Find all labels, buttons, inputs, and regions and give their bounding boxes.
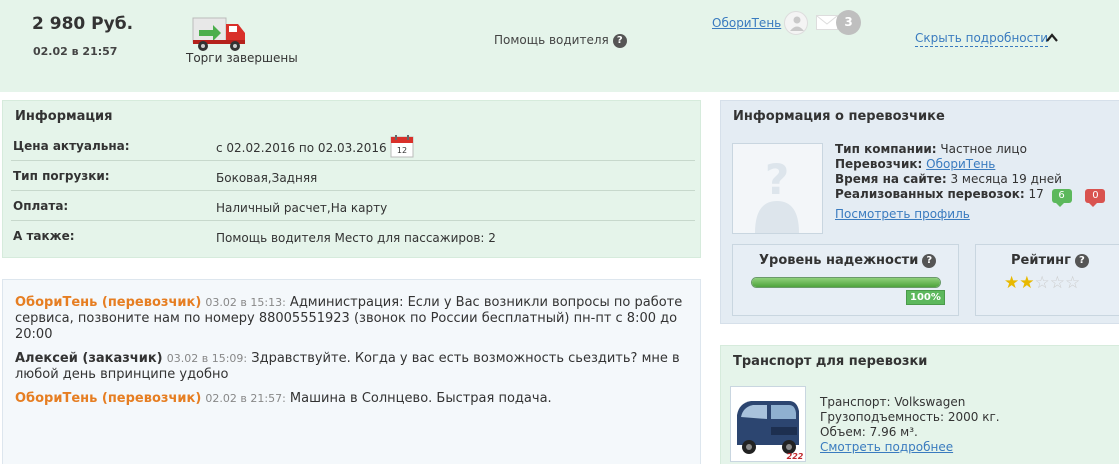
driver-help: Помощь водителя? bbox=[494, 33, 627, 48]
chevron-up-icon[interactable] bbox=[1046, 33, 1058, 42]
rating-box: Рейтинг? ★★☆☆☆ bbox=[975, 244, 1119, 316]
auction-status: Торги завершены bbox=[186, 51, 298, 65]
help-icon[interactable]: ? bbox=[612, 33, 627, 48]
negative-reviews-badge[interactable]: 0 bbox=[1085, 189, 1106, 207]
calendar-day: 12 bbox=[397, 146, 407, 155]
message-time: 03.02 в 15:13: bbox=[205, 296, 286, 309]
info-label: Оплата: bbox=[13, 199, 69, 213]
profile-line: Посмотреть профиль bbox=[835, 207, 970, 222]
avatar[interactable] bbox=[784, 11, 808, 35]
time-on-site: Время на сайте: 3 месяца 19 дней bbox=[835, 172, 1062, 187]
message-text: Машина в Солнцево. Быстрая подача. bbox=[289, 391, 552, 406]
messages-panel: ОбориТень (перевозчик) 03.02 в 15:13: Ад… bbox=[2, 279, 701, 464]
top-bar: 2 980 Руб. 02.02 в 21:57 Торги завершены… bbox=[0, 0, 1119, 92]
user-icon bbox=[790, 16, 804, 31]
info-label: Цена актуальна: bbox=[13, 139, 130, 153]
message-author[interactable]: ОбориТень (перевозчик) bbox=[15, 391, 201, 406]
done-label: Реализованных перевозок: bbox=[835, 187, 1025, 201]
svg-text:?: ? bbox=[765, 155, 789, 204]
message-author[interactable]: ОбориТень (перевозчик) bbox=[15, 295, 201, 310]
vehicle-capacity: Грузоподъемность: 2000 кг. bbox=[820, 410, 1000, 424]
positive-reviews-badge[interactable]: 6 bbox=[1051, 189, 1072, 207]
message-item: ОбориТень (перевозчик) 02.02 в 21:57: Ма… bbox=[15, 391, 695, 407]
info-panel: Информация Цена актуальна: с 02.02.2016 … bbox=[2, 100, 701, 258]
price: 2 980 Руб. bbox=[32, 14, 134, 34]
star-icon: ☆ bbox=[1034, 273, 1050, 293]
info-title: Информация bbox=[15, 109, 113, 124]
vehicle-photo[interactable]: 222 bbox=[730, 386, 806, 462]
rating-title: Рейтинг? bbox=[1011, 253, 1089, 268]
hide-details-link[interactable]: Скрыть подробности bbox=[915, 31, 1049, 47]
unknown-user-icon: ? bbox=[733, 144, 822, 233]
carrier-name-line: Перевозчик: ОбориТень bbox=[835, 157, 995, 172]
message-author[interactable]: Алексей (заказчик) bbox=[15, 351, 163, 366]
transport-title: Транспорт для перевозки bbox=[733, 354, 928, 369]
info-value: Наличный расчет,На карту bbox=[216, 201, 388, 215]
time-label: Время на сайте: bbox=[835, 172, 947, 186]
done-value: 17 bbox=[1028, 187, 1044, 201]
user-link[interactable]: ОбориТень bbox=[712, 16, 781, 30]
reliability-title-text: Уровень надежности bbox=[759, 253, 919, 268]
rating-stars: ★★☆☆☆ bbox=[1004, 273, 1080, 293]
mail-icon[interactable] bbox=[816, 15, 838, 30]
carrier-name-link[interactable]: ОбориТень bbox=[926, 157, 995, 171]
price-date: 02.02 в 21:57 bbox=[33, 45, 118, 58]
plate-tag: 222 bbox=[787, 452, 804, 461]
mail-count-badge[interactable]: 3 bbox=[836, 10, 861, 35]
more-link-line: Смотреть подробнее bbox=[820, 440, 953, 455]
message-time: 03.02 в 15:09: bbox=[166, 352, 248, 365]
star-icon: ★ bbox=[1019, 273, 1035, 293]
transport-panel: Транспорт для перевозки 222 Транспорт: V… bbox=[720, 345, 1119, 464]
completed-shipments: Реализованных перевозок: 17 6 0 bbox=[835, 187, 1106, 207]
help-icon[interactable]: ? bbox=[1074, 253, 1089, 268]
info-value: с 02.02.2016 по 02.03.2016 bbox=[216, 141, 387, 155]
message-item: ОбориТень (перевозчик) 03.02 в 15:13: Ад… bbox=[15, 295, 695, 343]
info-label: А также: bbox=[13, 229, 75, 243]
reliability-title: Уровень надежности? bbox=[759, 253, 937, 268]
message-time: 02.02 в 21:57: bbox=[205, 392, 286, 405]
rating-title-text: Рейтинг bbox=[1011, 253, 1071, 268]
carrier-label: Перевозчик: bbox=[835, 157, 923, 171]
info-value: Помощь водителя Место для пассажиров: 2 bbox=[216, 231, 496, 245]
van-icon: 222 bbox=[731, 387, 805, 461]
info-row-also: А также: Помощь водителя Место для пасса… bbox=[11, 221, 695, 251]
help-icon[interactable]: ? bbox=[922, 253, 937, 268]
carrier-avatar[interactable]: ? bbox=[732, 143, 823, 234]
reliability-bar bbox=[751, 277, 941, 288]
reliability-percent: 100% bbox=[906, 290, 945, 305]
vehicle-brand: Транспорт: Volkswagen bbox=[820, 395, 966, 409]
info-row-payment: Оплата: Наличный расчет,На карту bbox=[11, 191, 695, 221]
info-label: Тип погрузки: bbox=[13, 169, 110, 183]
reliability-box: Уровень надежности? 100% bbox=[732, 244, 959, 316]
reliability-bar-fill bbox=[752, 278, 940, 287]
info-value: Боковая,Задняя bbox=[216, 171, 318, 185]
calendar-icon[interactable]: 12 bbox=[390, 134, 414, 158]
company-type: Тип компании: Частное лицо bbox=[835, 142, 1027, 157]
truck-icon bbox=[192, 17, 245, 51]
company-type-value: Частное лицо bbox=[940, 142, 1027, 156]
time-value: 3 месяца 19 дней bbox=[950, 172, 1062, 186]
info-row-loading-type: Тип погрузки: Боковая,Задняя bbox=[11, 161, 695, 191]
vehicle-volume: Объем: 7.96 м³. bbox=[820, 425, 918, 439]
carrier-panel: Информация о перевозчике ? Тип компании:… bbox=[720, 100, 1119, 324]
company-type-label: Тип компании: bbox=[835, 142, 937, 156]
message-item: Алексей (заказчик) 03.02 в 15:09: Здравс… bbox=[15, 351, 695, 383]
star-icon: ☆ bbox=[1049, 273, 1065, 293]
view-profile-link[interactable]: Посмотреть профиль bbox=[835, 207, 970, 221]
star-icon: ☆ bbox=[1065, 273, 1081, 293]
carrier-title: Информация о перевозчике bbox=[733, 109, 945, 124]
view-vehicle-link[interactable]: Смотреть подробнее bbox=[820, 440, 953, 454]
info-row-price-valid: Цена актуальна: с 02.02.2016 по 02.03.20… bbox=[11, 131, 695, 161]
driver-help-label: Помощь водителя bbox=[494, 33, 609, 47]
star-icon: ★ bbox=[1004, 273, 1020, 293]
